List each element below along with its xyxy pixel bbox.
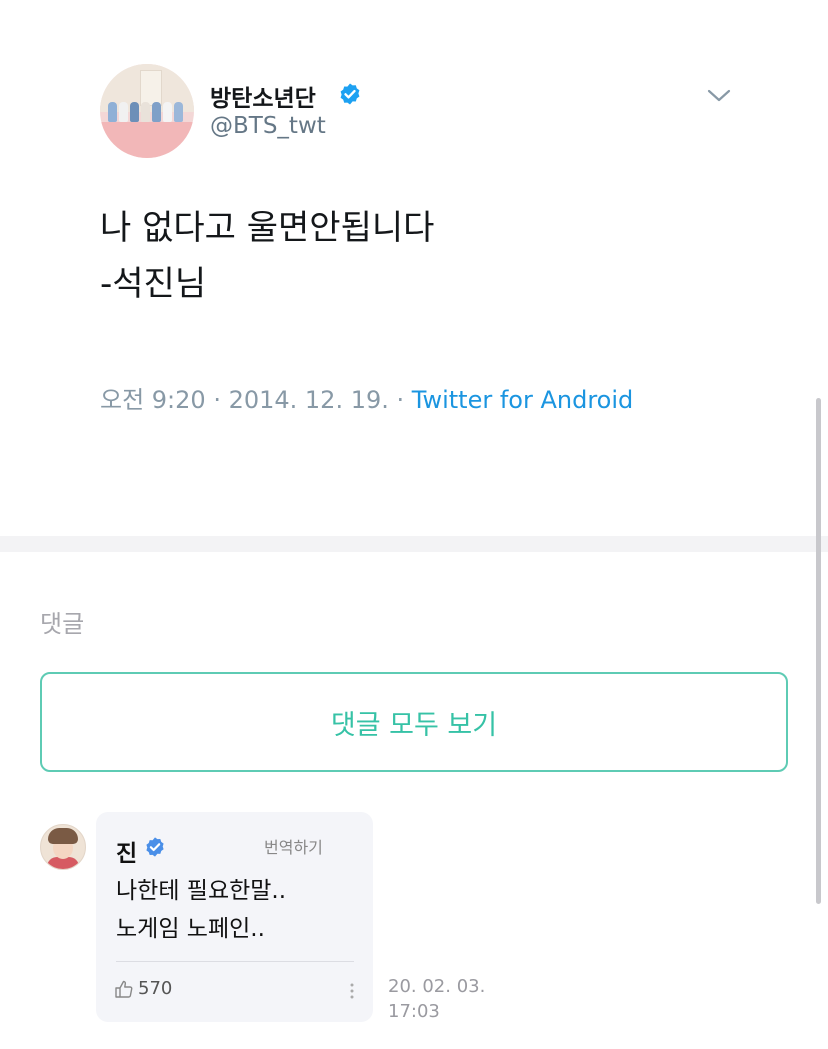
avatar-figure [174,102,183,122]
bts-avatar[interactable] [100,64,194,158]
tweet-date[interactable]: 2014. 12. 19. [229,386,389,414]
verified-icon [340,83,360,105]
tweet-time[interactable]: 오전 9:20 [100,386,206,414]
comment-timestamp: 20. 02. 03. 17:03 [388,974,485,1024]
avatar-floor [100,122,194,158]
tweet-display-name[interactable]: 방탄소년단 [210,79,316,113]
avatar-figure [119,102,128,122]
tweet-handle[interactable]: @BTS_twt [210,113,326,139]
avatar-door [140,70,162,106]
tweet-text-line: 나 없다고 울면안됩니다 [100,208,435,248]
meta-separator: · [388,386,412,414]
comment-text: 나한테 필요한말.. 노게임 노페인.. [116,872,286,948]
verified-icon [146,837,164,857]
tweet-text-line: -석진님 [100,264,207,304]
comment-divider [116,961,354,962]
comment-text-line: 나한테 필요한말.. [116,878,287,904]
thumbs-up-icon [115,980,133,998]
avatar-figure [130,102,139,122]
comment-author[interactable]: 진 [116,834,137,868]
scrollbar[interactable] [816,398,821,904]
section-divider [0,536,828,552]
avatar-hair [48,828,78,844]
comment-time: 17:03 [388,1001,440,1022]
tweet-source-link[interactable]: Twitter for Android [412,386,633,414]
chevron-down-icon[interactable] [706,86,732,104]
avatar-figure [141,102,150,122]
more-vertical-icon[interactable] [346,980,358,1002]
tweet-text: 나 없다고 울면안됩니다 -석진님 [100,200,434,312]
avatar-figure [152,102,161,122]
comment-date: 20. 02. 03. [388,976,486,997]
avatar-figure [108,102,117,122]
tweet-meta: 오전 9:20 · 2014. 12. 19. · Twitter for An… [100,380,633,415]
comment-bubble: 진 번역하기 나한테 필요한말.. 노게임 노페인.. 570 [96,812,373,1022]
like-count: 570 [138,978,173,999]
view-all-comments-button[interactable]: 댓글 모두 보기 [40,672,788,772]
commenter-avatar[interactable] [40,824,86,870]
comments-section-label: 댓글 [40,610,85,638]
comment-text-line: 노게임 노페인.. [116,916,265,942]
meta-separator: · [205,386,229,414]
translate-button[interactable]: 번역하기 [264,834,323,858]
like-button[interactable]: 570 [114,978,172,999]
embedded-tweet: 방탄소년단 @BTS_twt 나 없다고 울면안됩니다 -석진님 오전 9:20… [0,0,828,536]
avatar-figure [163,102,172,122]
